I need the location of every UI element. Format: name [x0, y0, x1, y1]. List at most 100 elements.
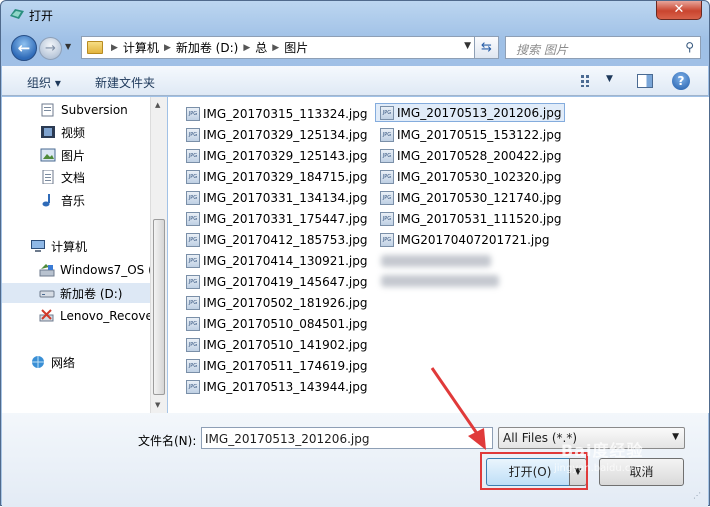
file-item[interactable]: JPG IMG_20170329_125134.jpg — [182, 125, 367, 144]
sidebar-item-drive-c[interactable]: Windows7_OS ( — [2, 260, 151, 280]
jpg-file-icon: JPG — [186, 337, 200, 352]
jpg-file-icon: JPG — [186, 169, 200, 184]
jpg-file-icon: JPG — [380, 148, 394, 163]
jpg-file-icon: JPG — [380, 127, 394, 142]
watermark-url: jingyan.baidu.com — [554, 463, 647, 474]
file-item[interactable]: JPG IMG_20170513_143944.jpg — [182, 377, 367, 396]
file-item[interactable]: JPG IMG_20170331_134134.jpg — [182, 188, 367, 207]
scroll-down-icon[interactable]: ▼ — [155, 401, 160, 409]
file-item[interactable]: JPG IMG_20170528_200422.jpg — [376, 146, 561, 165]
jpg-file-icon: JPG — [186, 127, 200, 142]
window-title: 打开 — [29, 9, 54, 23]
breadcrumb-computer[interactable]: 计算机 — [123, 39, 159, 56]
jpg-file-icon: JPG — [186, 211, 200, 226]
jpg-file-icon: JPG — [380, 190, 394, 205]
resize-grip-icon[interactable]: ⋰ — [693, 491, 705, 503]
jpg-file-icon: JPG — [186, 379, 200, 394]
subversion-icon — [41, 103, 54, 117]
address-bar[interactable]: ▶ 计算机 ▶ 新加卷 (D:) ▶ 总 ▶ 图片 ▼ — [81, 36, 475, 59]
sidebar-item-pictures[interactable]: 图片 — [2, 145, 151, 165]
blurred-file-name — [381, 255, 491, 267]
search-input[interactable]: 搜索 图片 ⚲ — [505, 36, 701, 59]
back-button[interactable]: ← — [11, 35, 37, 61]
sidebar-item-subversion[interactable]: Subversion — [2, 100, 151, 120]
sidebar-item-network[interactable]: 网络 — [2, 352, 151, 372]
breadcrumb-arrow-icon[interactable]: ▶ — [111, 43, 118, 53]
jpg-file-icon: JPG — [380, 232, 394, 247]
jpg-file-icon: JPG — [186, 316, 200, 331]
sidebar-item-label: 新加卷 (D:) — [60, 286, 123, 301]
watermark-logo: Bai度经验 — [561, 441, 644, 460]
scroll-up-icon[interactable]: ▲ — [155, 101, 160, 109]
file-item[interactable]: JPG IMG_20170315_113324.jpg — [182, 104, 367, 123]
file-item[interactable]: JPG IMG_20170414_130921.jpg — [182, 251, 367, 270]
jpg-file-icon: JPG — [380, 169, 394, 184]
breadcrumb-arrow-icon[interactable]: ▶ — [164, 43, 171, 53]
breadcrumb-drive[interactable]: 新加卷 (D:) — [176, 39, 238, 56]
history-dropdown-icon[interactable]: ▼ — [65, 42, 75, 52]
file-item[interactable]: JPG IMG_20170530_102320.jpg — [376, 167, 561, 186]
preview-pane-icon[interactable] — [637, 74, 653, 88]
sidebar-item-drive-d[interactable]: 新加卷 (D:) — [2, 283, 151, 303]
file-item[interactable]: JPG IMG_20170510_084501.jpg — [182, 314, 367, 333]
address-dropdown-icon[interactable]: ▼ — [464, 41, 471, 51]
sidebar-item-videos[interactable]: 视频 — [2, 122, 151, 142]
filename-input[interactable]: IMG_20170513_201206.jpg — [201, 427, 493, 449]
search-icon[interactable]: ⚲ — [685, 40, 694, 54]
sidebar-item-label: Lenovo_Recove — [60, 309, 151, 323]
sidebar-item-label: 计算机 — [51, 239, 88, 254]
computer-icon — [31, 240, 45, 252]
organize-button[interactable]: 组织 ▾ — [27, 74, 61, 91]
view-options-icon[interactable] — [580, 74, 596, 88]
file-item[interactable]: JPG IMG_20170502_181926.jpg — [182, 293, 367, 312]
file-item[interactable]: JPG IMG_20170531_111520.jpg — [376, 209, 561, 228]
sidebar-item-documents[interactable]: 文档 — [2, 167, 151, 187]
new-folder-button[interactable]: 新建文件夹 — [95, 74, 155, 91]
app-icon — [10, 9, 24, 19]
documents-library-icon — [42, 170, 54, 184]
file-item[interactable]: JPG IMG20170407201721.jpg — [376, 230, 549, 249]
navigation-bar: ← → ▼ ▶ 计算机 ▶ 新加卷 (D:) ▶ 总 ▶ 图片 ▼ ⇆ 搜索 图… — [7, 32, 705, 62]
forward-button[interactable]: → — [39, 37, 62, 60]
search-placeholder: 搜索 图片 — [516, 43, 568, 57]
file-item[interactable]: JPG IMG_20170511_174619.jpg — [182, 356, 367, 375]
scrollbar-thumb[interactable] — [153, 219, 165, 395]
file-item[interactable]: JPG IMG_20170515_153122.jpg — [376, 125, 561, 144]
filename-label: 文件名(N): — [138, 434, 197, 448]
file-item[interactable]: JPG IMG_20170530_121740.jpg — [376, 188, 561, 207]
sidebar-item-label: 音乐 — [61, 193, 86, 208]
jpg-file-icon: JPG — [186, 232, 200, 247]
open-file-dialog: 打开 ✕ ← → ▼ ▶ 计算机 ▶ 新加卷 (D:) ▶ 总 ▶ 图片 ▼ ⇆… — [0, 0, 710, 507]
sidebar-item-music[interactable]: 音乐 — [2, 190, 151, 210]
drive-c-icon — [39, 264, 55, 277]
help-icon[interactable]: ? — [672, 72, 690, 90]
video-library-icon — [41, 126, 55, 138]
jpg-file-icon: JPG — [380, 105, 394, 120]
file-item[interactable]: JPG IMG_20170329_125143.jpg — [182, 146, 367, 165]
file-item[interactable]: JPG IMG_20170419_145647.jpg — [182, 272, 367, 291]
jpg-file-icon: JPG — [186, 106, 200, 121]
title-bar: 打开 ✕ — [1, 1, 709, 29]
view-dropdown-icon[interactable]: ▼ — [606, 74, 613, 84]
close-button[interactable]: ✕ — [656, 1, 702, 20]
sidebar-scrollbar[interactable]: ▲ ▼ — [150, 97, 167, 413]
jpg-file-icon: JPG — [186, 148, 200, 163]
breadcrumb-folder-zong[interactable]: 总 — [255, 39, 267, 56]
breadcrumb-arrow-icon[interactable]: ▶ — [243, 43, 250, 53]
file-item-selected[interactable]: JPG IMG_20170513_201206.jpg — [375, 103, 566, 122]
pictures-library-icon — [40, 148, 56, 162]
breadcrumb-folder-pictures[interactable]: 图片 — [284, 39, 308, 56]
network-icon — [32, 356, 44, 368]
refresh-icon[interactable]: ⇆ — [475, 36, 499, 59]
file-item[interactable]: JPG IMG_20170331_175447.jpg — [182, 209, 367, 228]
breadcrumb-arrow-icon[interactable]: ▶ — [272, 43, 279, 53]
sidebar-item-recovery[interactable]: Lenovo_Recove — [2, 306, 151, 326]
command-toolbar: 组织 ▾ 新建文件夹 ▼ ? — [2, 66, 708, 96]
sidebar-item-computer[interactable]: 计算机 — [2, 236, 151, 256]
jpg-file-icon: JPG — [186, 358, 200, 373]
file-item[interactable]: JPG IMG_20170329_184715.jpg — [182, 167, 367, 186]
file-item[interactable]: JPG IMG_20170412_185753.jpg — [182, 230, 367, 249]
sidebar-item-label: Subversion — [61, 103, 128, 117]
file-item[interactable]: JPG IMG_20170510_141902.jpg — [182, 335, 367, 354]
sidebar-item-label: 文档 — [61, 170, 86, 185]
